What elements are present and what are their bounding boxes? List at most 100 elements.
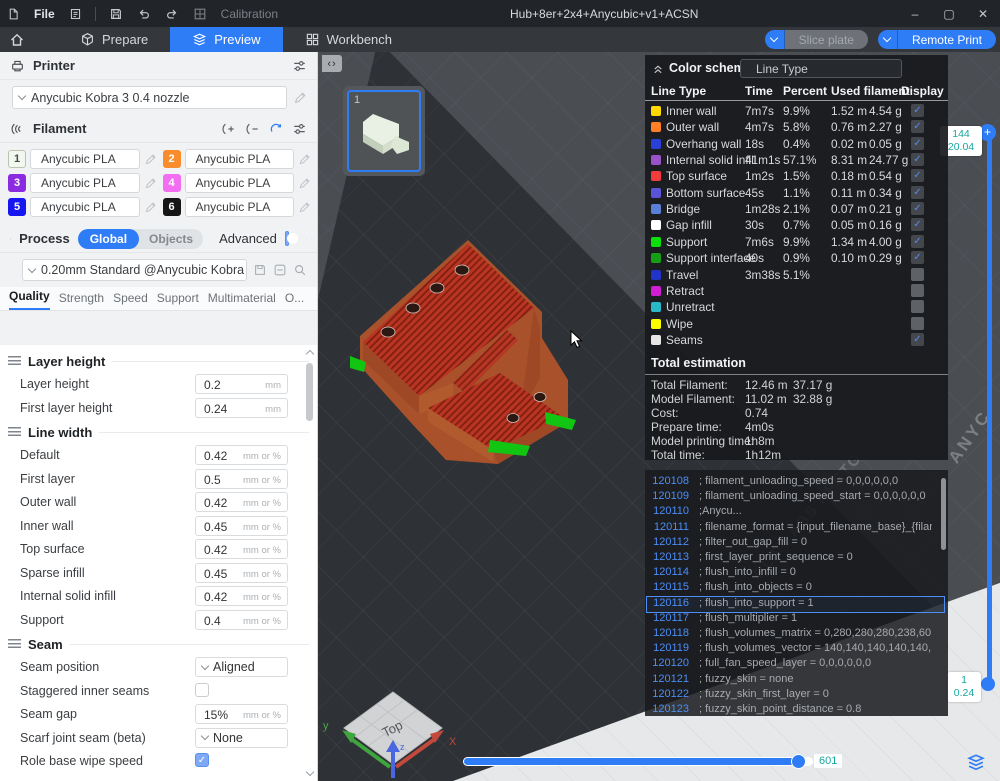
orientation-cube[interactable]: Top z X — [338, 688, 458, 781]
calibration-icon[interactable] — [186, 0, 214, 27]
scope-objects-button[interactable]: Objects — [139, 229, 203, 249]
scroll-down-icon[interactable] — [305, 767, 315, 777]
setting-input[interactable]: 15% mm or % — [195, 704, 288, 724]
compare-presets-icon[interactable] — [306, 232, 307, 246]
filament-color-swatch[interactable]: 4 — [162, 174, 181, 192]
plate-thumbnail-card[interactable]: 1 — [343, 86, 425, 176]
setting-input[interactable]: 0.24 mm — [195, 397, 288, 418]
filament-settings-icon[interactable] — [292, 122, 307, 136]
display-checkbox[interactable]: ✓ — [911, 332, 924, 346]
add-filament-icon[interactable] — [220, 122, 236, 136]
remote-print-dropdown-icon[interactable] — [877, 30, 898, 49]
filament-preset-select[interactable]: Anycubic PLA — [184, 197, 294, 217]
edit-filament-icon[interactable] — [298, 177, 311, 190]
setting-input[interactable]: 0.42 mm or % — [195, 539, 288, 559]
gcode-line[interactable]: 120121 ; fuzzy_skin = none — [647, 673, 944, 688]
display-checkbox[interactable]: ✓ — [911, 120, 924, 134]
layer-slider-track[interactable] — [987, 132, 992, 684]
setting-select[interactable]: None — [195, 727, 288, 748]
process-tab-quality[interactable]: Quality — [9, 289, 50, 310]
filament-preset-select[interactable]: Anycubic PLA — [30, 173, 140, 193]
search-preset-icon[interactable] — [293, 263, 307, 277]
display-checkbox[interactable]: ✓ — [911, 202, 924, 216]
display-checkbox[interactable]: ✓ — [911, 169, 924, 183]
filament-color-swatch[interactable]: 3 — [8, 174, 26, 192]
edit-filament-icon[interactable] — [298, 201, 311, 214]
setting-input[interactable]: 0.42 mm or % — [195, 445, 288, 465]
tab-preview[interactable]: Preview — [170, 27, 283, 52]
move-slider-track[interactable] — [463, 757, 813, 766]
gcode-line[interactable]: 120123 ; fuzzy_skin_point_distance = 0.8 — [647, 703, 944, 716]
printer-settings-icon[interactable] — [292, 59, 307, 73]
filament-color-swatch[interactable]: 1 — [8, 150, 26, 168]
new-file-icon[interactable] — [0, 0, 27, 27]
edit-filament-icon[interactable] — [144, 201, 157, 214]
setting-input[interactable]: 0.45 mm or % — [195, 515, 288, 536]
save-icon[interactable] — [102, 0, 130, 27]
display-checkbox[interactable]: ✓ — [911, 153, 924, 167]
process-tab-multimaterial[interactable]: Multimaterial — [208, 291, 276, 310]
gcode-line[interactable]: 120114 ; flush_into_infill = 0 — [647, 566, 944, 581]
setting-input[interactable]: 0.5 mm or % — [195, 468, 288, 489]
slice-plate-button[interactable]: Slice plate — [764, 30, 868, 49]
display-checkbox[interactable] — [911, 267, 924, 281]
filament-color-swatch[interactable]: 5 — [8, 198, 26, 216]
plate-thumbnail-selected[interactable]: 1 — [347, 90, 421, 172]
collapse-panel-icon[interactable] — [651, 63, 665, 76]
setting-input[interactable]: 0.42 mm or % — [195, 586, 288, 606]
home-button[interactable] — [0, 27, 34, 52]
filament-color-swatch[interactable]: 2 — [162, 150, 181, 168]
printer-preset-select[interactable]: Anycubic Kobra 3 0.4 nozzle — [12, 86, 287, 109]
edit-printer-icon[interactable] — [293, 91, 307, 105]
setting-input[interactable]: 0.4 mm or % — [195, 609, 288, 630]
filament-preset-select[interactable]: Anycubic PLA — [184, 173, 294, 193]
display-checkbox[interactable]: ✓ — [911, 218, 924, 232]
display-checkbox[interactable]: ✓ — [911, 251, 924, 265]
filament-preset-select[interactable]: Anycubic PLA — [184, 149, 294, 169]
filament-preset-select[interactable]: Anycubic PLA — [30, 149, 140, 169]
file-menu[interactable]: File — [27, 0, 62, 27]
notes-icon[interactable] — [62, 0, 89, 27]
setting-checkbox[interactable] — [195, 682, 209, 697]
undo-icon[interactable] — [130, 0, 158, 27]
advanced-toggle[interactable] — [284, 231, 298, 246]
setting-input[interactable]: 0.45 mm or % — [195, 562, 288, 583]
edit-filament-icon[interactable] — [144, 153, 157, 166]
gcode-line[interactable]: 120119 ; flush_volumes_vector = 140,140,1… — [647, 642, 944, 657]
redo-icon[interactable] — [158, 0, 186, 27]
slice-dropdown-icon[interactable] — [764, 30, 785, 49]
process-scope-toggle[interactable]: Global Objects — [77, 228, 204, 249]
settings-scrollbar[interactable] — [304, 347, 316, 779]
gcode-line[interactable]: 120112 ; filter_out_gap_fill = 0 — [647, 536, 944, 551]
remote-print-button[interactable]: Remote Print — [877, 30, 996, 49]
setting-input[interactable]: 0.2 mm — [195, 374, 288, 394]
process-tab-o[interactable]: O... — [285, 291, 304, 310]
gcode-line[interactable]: 120113 ; first_layer_print_sequence = 0 — [647, 551, 944, 566]
display-checkbox[interactable] — [911, 316, 924, 330]
gcode-line[interactable]: 120108 ; filament_unloading_speed = 0,0,0… — [647, 475, 944, 490]
filament-color-swatch[interactable]: 6 — [162, 198, 181, 216]
gcode-line[interactable]: 120122 ; fuzzy_skin_first_layer = 0 — [647, 688, 944, 703]
gcode-line[interactable]: 120117 ; flush_multiplier = 1 — [647, 612, 944, 627]
delete-preset-icon[interactable] — [273, 263, 287, 277]
process-tab-speed[interactable]: Speed — [113, 291, 148, 310]
setting-checkbox[interactable]: ✓ — [195, 753, 209, 767]
display-checkbox[interactable] — [911, 300, 924, 314]
gcode-line[interactable]: 120109 ; filament_unloading_speed_start =… — [647, 490, 944, 505]
display-checkbox[interactable]: ✓ — [911, 104, 924, 117]
gcode-line[interactable]: 120120 ; full_fan_speed_layer = 0,0,0,0,0… — [647, 657, 944, 672]
display-checkbox[interactable]: ✓ — [911, 185, 924, 199]
setting-input[interactable]: 0.42 mm or % — [195, 492, 288, 512]
display-checkbox[interactable] — [911, 283, 924, 297]
edit-filament-icon[interactable] — [144, 177, 157, 190]
scrollbar-thumb[interactable] — [306, 363, 313, 421]
maximize-button[interactable]: ▢ — [932, 0, 966, 27]
process-preset-select[interactable]: 0.20mm Standard @Anycubic Kobra ... — [22, 259, 247, 281]
filament-preset-select[interactable]: Anycubic PLA — [30, 197, 140, 217]
sync-filament-icon[interactable] — [268, 122, 284, 136]
tab-prepare[interactable]: Prepare — [58, 27, 170, 52]
edit-filament-icon[interactable] — [298, 153, 311, 166]
close-button[interactable]: ✕ — [966, 0, 1000, 27]
process-tab-strength[interactable]: Strength — [59, 291, 104, 310]
scope-global-button[interactable]: Global — [77, 228, 140, 249]
